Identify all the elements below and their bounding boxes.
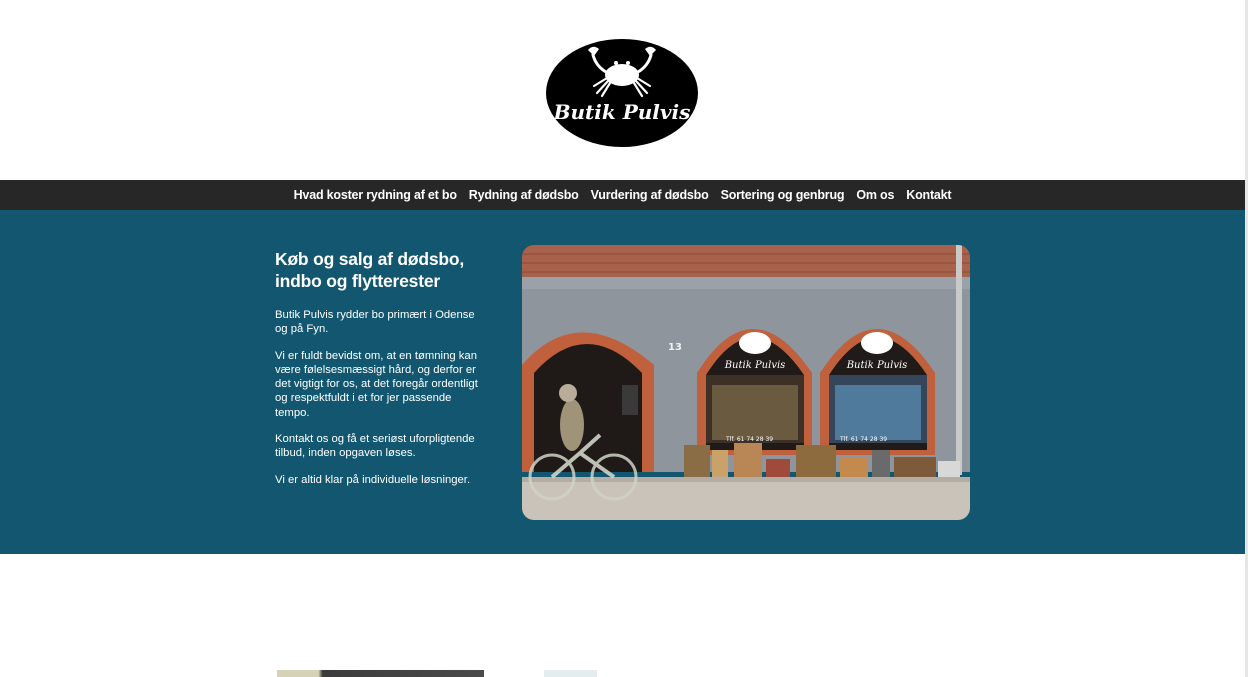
next-section-image-left: [277, 670, 484, 677]
window-sign-left: Butik Pulvis: [724, 360, 786, 371]
hero-text-block: Køb og salg af dødsbo, indbo og flyttere…: [275, 248, 480, 499]
site-logo-link[interactable]: Butik Pulvis: [546, 39, 698, 147]
phone-sign-left: Tlf. 61 74 28 39: [725, 436, 773, 443]
main-navigation: Hvad koster rydning af et bo Rydning af …: [0, 180, 1245, 210]
hero-paragraph: Butik Pulvis rydder bo primært i Odense …: [275, 309, 475, 336]
hero-section: Køb og salg af dødsbo, indbo og flyttere…: [0, 210, 1245, 554]
nav-item-rydning[interactable]: Rydning af dødsbo: [469, 188, 579, 202]
hero-paragraph: Vi er altid klar på individuelle løsning…: [275, 473, 471, 486]
nav-item-sortering[interactable]: Sortering og genbrug: [721, 188, 845, 202]
next-section-image-right: [544, 670, 597, 677]
nav-item-kontakt[interactable]: Kontakt: [906, 188, 951, 202]
window-sign-right: Butik Pulvis: [846, 360, 908, 371]
nav-item-om-os[interactable]: Om os: [856, 188, 894, 202]
phone-sign-right: Tlf. 61 74 28 39: [839, 436, 887, 443]
crab-logo: Butik Pulvis: [546, 39, 698, 147]
hero-paragraph: Vi er fuldt bevidst om, at en tømning ka…: [275, 349, 478, 419]
nav-item-hvad-koster[interactable]: Hvad koster rydning af et bo: [294, 188, 457, 202]
house-number: 13: [668, 342, 682, 353]
nav-item-vurdering[interactable]: Vurdering af dødsbo: [591, 188, 709, 202]
hero-paragraph: Kontakt os og få et seriøst uforpligtend…: [275, 433, 475, 460]
logo-brand-text: Butik Pulvis: [553, 100, 691, 124]
hero-title: Køb og salg af dødsbo, indbo og flyttere…: [275, 249, 465, 291]
shop-front-photo: Butik Pulvis Butik Pulvis Tlf. 61 74 28 …: [522, 245, 970, 520]
